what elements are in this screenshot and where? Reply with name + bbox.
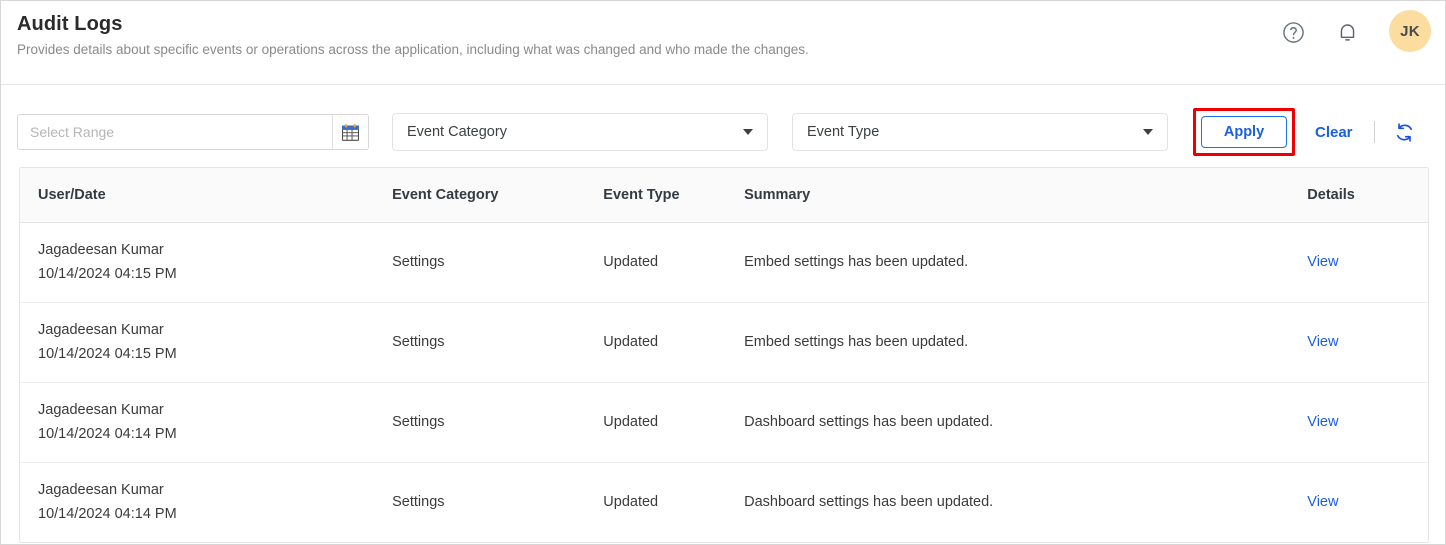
date-range-input[interactable] [18, 115, 332, 149]
cell-event-category: Settings [392, 223, 603, 303]
view-link[interactable]: View [1307, 334, 1338, 350]
header-actions: JK [1279, 12, 1431, 52]
user-date: 10/14/2024 04:14 PM [38, 423, 392, 445]
event-type-select[interactable]: Event Type [792, 113, 1168, 151]
user-date: 10/14/2024 04:15 PM [38, 343, 392, 365]
event-category-select[interactable]: Event Category [392, 113, 768, 151]
column-header-details: Details [1307, 168, 1428, 223]
cell-summary: Dashboard settings has been updated. [744, 383, 1307, 463]
toolbar-divider [1374, 121, 1375, 143]
user-name: Jagadeesan Kumar [38, 239, 392, 261]
date-range-field[interactable] [17, 114, 369, 150]
table-header-row: User/Date Event Category Event Type Summ… [20, 168, 1428, 223]
column-header-event-type: Event Type [603, 168, 744, 223]
event-type-value: Event Type [807, 124, 879, 140]
bell-icon[interactable] [1333, 18, 1361, 46]
cell-summary: Embed settings has been updated. [744, 303, 1307, 383]
cell-event-category: Settings [392, 303, 603, 383]
cell-event-type: Updated [603, 223, 744, 303]
table-row: Jagadeesan Kumar 10/14/2024 04:15 PM Set… [20, 303, 1428, 383]
table-body: Jagadeesan Kumar 10/14/2024 04:15 PM Set… [20, 223, 1428, 543]
view-link[interactable]: View [1307, 254, 1338, 270]
clear-button[interactable]: Clear [1315, 124, 1353, 141]
filter-bar: Event Category Event Type Apply Clear [1, 85, 1445, 155]
user-date: 10/14/2024 04:15 PM [38, 263, 392, 285]
chevron-down-icon [1143, 129, 1153, 135]
user-name: Jagadeesan Kumar [38, 479, 392, 501]
cell-user-date: Jagadeesan Kumar 10/14/2024 04:15 PM [20, 223, 392, 303]
view-link[interactable]: View [1307, 414, 1338, 430]
cell-event-category: Settings [392, 463, 603, 543]
user-name: Jagadeesan Kumar [38, 399, 392, 421]
cell-details: View [1307, 463, 1428, 543]
apply-button[interactable]: Apply [1201, 116, 1287, 148]
user-date: 10/14/2024 04:14 PM [38, 503, 392, 525]
cell-event-type: Updated [603, 463, 744, 543]
page-title: Audit Logs [17, 12, 1445, 36]
table-row: Jagadeesan Kumar 10/14/2024 04:14 PM Set… [20, 383, 1428, 463]
cell-user-date: Jagadeesan Kumar 10/14/2024 04:15 PM [20, 303, 392, 383]
user-name: Jagadeesan Kumar [38, 319, 392, 341]
cell-summary: Embed settings has been updated. [744, 223, 1307, 303]
audit-logs-page: Audit Logs Provides details about specif… [0, 0, 1446, 545]
audit-logs-table: User/Date Event Category Event Type Summ… [19, 167, 1429, 543]
refresh-icon[interactable] [1393, 121, 1416, 144]
cell-event-type: Updated [603, 383, 744, 463]
cell-event-type: Updated [603, 303, 744, 383]
apply-button-highlight: Apply [1193, 108, 1295, 156]
cell-event-category: Settings [392, 383, 603, 463]
table-row: Jagadeesan Kumar 10/14/2024 04:14 PM Set… [20, 463, 1428, 543]
avatar[interactable]: JK [1389, 10, 1431, 52]
column-header-event-category: Event Category [392, 168, 603, 223]
chevron-down-icon [743, 129, 753, 135]
event-category-value: Event Category [407, 124, 507, 140]
page-subtitle: Provides details about specific events o… [17, 40, 1445, 60]
view-link[interactable]: View [1307, 494, 1338, 510]
help-circle-icon[interactable] [1279, 18, 1307, 46]
column-header-user-date: User/Date [20, 168, 392, 223]
cell-summary: Dashboard settings has been updated. [744, 463, 1307, 543]
cell-user-date: Jagadeesan Kumar 10/14/2024 04:14 PM [20, 383, 392, 463]
calendar-icon[interactable] [332, 115, 368, 149]
cell-details: View [1307, 223, 1428, 303]
page-header: Audit Logs Provides details about specif… [1, 1, 1445, 85]
column-header-summary: Summary [744, 168, 1307, 223]
cell-details: View [1307, 303, 1428, 383]
cell-details: View [1307, 383, 1428, 463]
table-row: Jagadeesan Kumar 10/14/2024 04:15 PM Set… [20, 223, 1428, 303]
cell-user-date: Jagadeesan Kumar 10/14/2024 04:14 PM [20, 463, 392, 543]
